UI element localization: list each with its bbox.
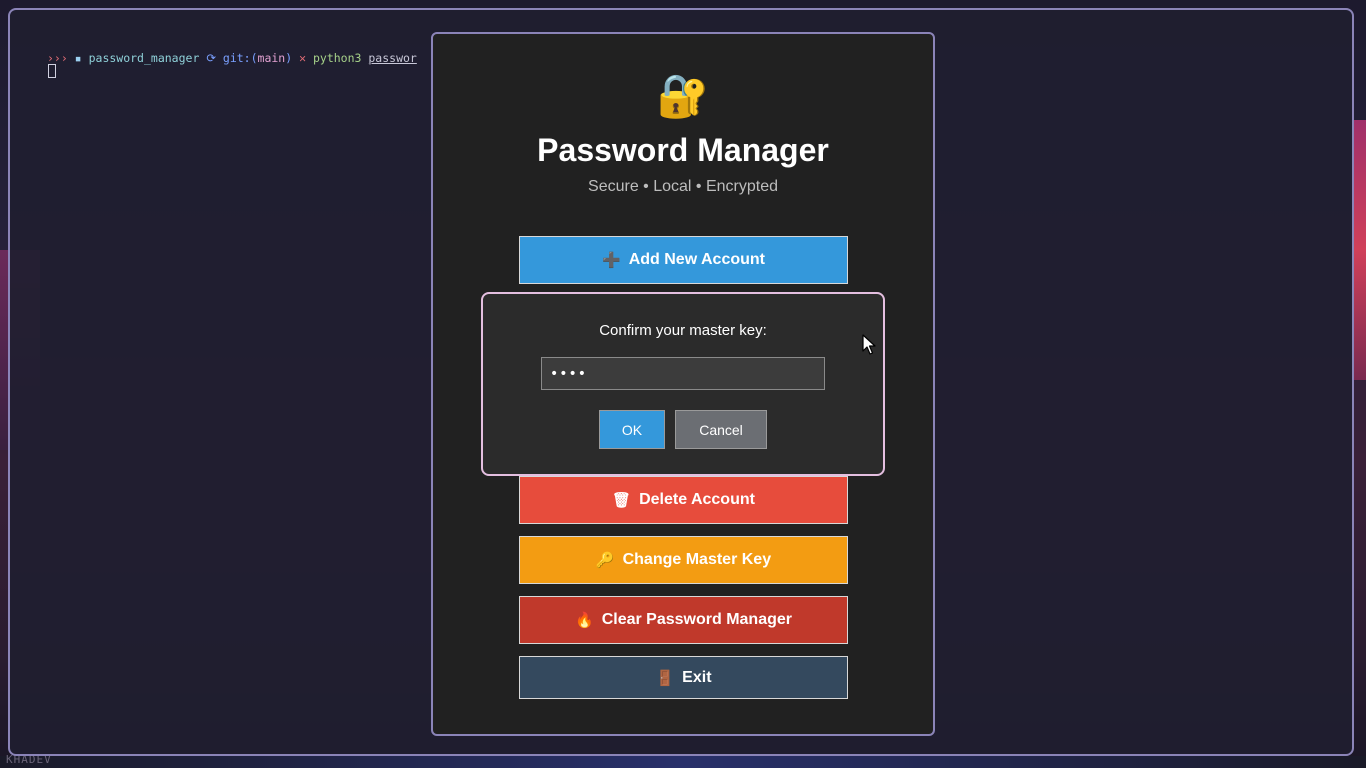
prompt-argument: passwor bbox=[368, 51, 417, 65]
prompt-command: python3 bbox=[312, 51, 362, 65]
master-key-input[interactable] bbox=[541, 357, 825, 390]
wallpaper-bottom-strip bbox=[0, 756, 1366, 768]
delete-account-button[interactable]: 🗑 Delete Account bbox=[519, 476, 848, 524]
ok-button[interactable]: OK bbox=[599, 410, 665, 449]
confirm-master-key-dialog: Confirm your master key: OK Cancel bbox=[481, 292, 885, 476]
app-subtitle: Secure • Local • Encrypted bbox=[588, 178, 778, 195]
delete-account-label: Delete Account bbox=[639, 491, 755, 508]
wallpaper-right-glow bbox=[1354, 120, 1366, 380]
terminal-prompt: ››› ▪ password_manager ⟳ git:(main) ✕ py… bbox=[47, 51, 417, 65]
door-icon: 🚪 bbox=[655, 669, 675, 687]
prompt-arrows: ››› bbox=[47, 51, 68, 65]
dialog-prompt-label: Confirm your master key: bbox=[599, 322, 767, 339]
git-icon: ⟳ bbox=[206, 51, 216, 65]
cancel-button[interactable]: Cancel bbox=[675, 410, 767, 449]
clear-password-manager-button[interactable]: 🔥 Clear Password Manager bbox=[519, 596, 848, 644]
prompt-git-label: git:(main) bbox=[222, 51, 293, 65]
change-master-key-button[interactable]: 🔑 Change Master Key bbox=[519, 536, 848, 584]
app-title: Password Manager bbox=[537, 132, 829, 168]
prompt-branch: main bbox=[257, 51, 286, 65]
trash-icon: 🗑 bbox=[612, 492, 632, 509]
change-master-key-label: Change Master Key bbox=[622, 551, 772, 568]
lock-with-key-icon: 🔐 bbox=[656, 71, 710, 120]
terminal-cursor bbox=[48, 64, 56, 78]
prompt-directory: password_manager bbox=[88, 51, 200, 65]
clear-password-manager-label: Clear Password Manager bbox=[601, 611, 792, 628]
prompt-dirty-mark: ✕ bbox=[299, 51, 307, 65]
fire-icon: 🔥 bbox=[575, 612, 594, 629]
exit-button[interactable]: 🚪 Exit bbox=[519, 656, 848, 699]
plus-icon: ➕ bbox=[602, 252, 621, 269]
mouse-pointer-icon bbox=[862, 334, 876, 355]
add-new-account-button[interactable]: ➕ Add New Account bbox=[519, 236, 848, 284]
folder-icon: ▪ bbox=[74, 51, 82, 65]
exit-label: Exit bbox=[682, 668, 712, 686]
add-new-account-label: Add New Account bbox=[628, 251, 765, 268]
key-icon: 🔑 bbox=[595, 552, 615, 569]
